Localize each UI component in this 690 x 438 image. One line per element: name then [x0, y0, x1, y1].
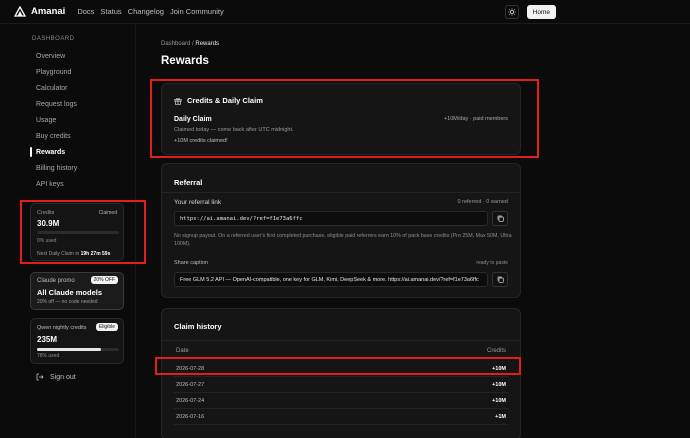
- sidebar-item-usage[interactable]: Usage: [30, 112, 130, 128]
- claude-promo-card[interactable]: Claude promo 20% OFF All Claude models 2…: [30, 272, 124, 310]
- sidebar-item-playground[interactable]: Playground: [30, 64, 130, 80]
- nav-changelog[interactable]: Changelog: [128, 7, 164, 16]
- home-button[interactable]: Home: [526, 5, 556, 19]
- sidebar-item-buy-credits[interactable]: Buy credits: [30, 128, 130, 144]
- top-bar: Amanai Docs Status Changelog Join Commun…: [0, 0, 690, 24]
- nav-docs[interactable]: Docs: [77, 7, 94, 16]
- sidebar-item-calculator[interactable]: Calculator: [30, 80, 130, 96]
- breadcrumb: Dashboard / Rewards: [161, 41, 219, 47]
- table-header: Date Credits: [176, 348, 506, 354]
- breadcrumb-separator: /: [192, 41, 194, 47]
- row-date: 2026-07-27: [176, 381, 205, 388]
- nav-status[interactable]: Status: [100, 7, 121, 16]
- row-date: 2026-07-16: [176, 413, 205, 420]
- claim-history-title: Claim history: [174, 322, 222, 331]
- credits-card: Credits Claimed 30.9M 0% used Next Daily…: [30, 203, 124, 261]
- credits-label: Credits: [37, 210, 55, 216]
- sidebar-item-api-keys[interactable]: API keys: [30, 176, 130, 192]
- sun-icon: [507, 8, 516, 16]
- sign-out-label: Sign out: [50, 373, 76, 381]
- table-row: 2026-07-28 +10M: [174, 361, 508, 377]
- daily-claim-description: Claimed today — come back after UTC midn…: [174, 127, 294, 133]
- page-title: Rewards: [161, 55, 209, 67]
- share-caption-field[interactable]: Free GLM 5.2 API — OpenAI-compatible, on…: [174, 272, 488, 287]
- next-claim-prefix: Next Daily Claim in: [37, 251, 80, 257]
- claimed-badge: Claimed: [98, 210, 117, 216]
- sidebar-item-billing-history[interactable]: Billing history: [30, 160, 130, 176]
- promo-subtitle: 20% off — no code needed: [37, 299, 98, 305]
- promo-title: All Claude models: [37, 288, 103, 297]
- sidebar-item-overview[interactable]: Overview: [30, 48, 130, 64]
- daily-claim-rate: +10M/day · paid members: [443, 116, 508, 122]
- qwen-credits-card: Qwen nightly credits Eligible 235M 78% u…: [30, 318, 124, 364]
- credits-usage-bar: [37, 231, 119, 234]
- column-date: Date: [176, 348, 189, 354]
- copy-icon: [497, 215, 504, 222]
- row-credits: +10M: [492, 397, 506, 404]
- top-right-actions: Home: [504, 5, 556, 19]
- claim-history-table: 2026-07-28 +10M 2026-07-27 +10M 2026-07-…: [174, 361, 508, 425]
- table-row: 2026-07-27 +10M: [174, 377, 508, 393]
- referral-note: No signup payout. On a referred user's f…: [174, 233, 512, 247]
- row-credits: +10M: [492, 365, 506, 372]
- table-row: 2026-07-16 +1M: [174, 409, 508, 425]
- sidebar-item-rewards[interactable]: Rewards: [30, 144, 130, 160]
- divider: [162, 340, 520, 341]
- daily-claim-title: Daily Claim: [174, 116, 212, 123]
- row-date: 2026-07-24: [176, 397, 205, 404]
- next-claim-text: Next Daily Claim in 19h 27m 59s: [37, 251, 110, 257]
- referral-title: Referral: [174, 178, 203, 187]
- promo-badge: 20% OFF: [90, 276, 118, 284]
- row-credits: +1M: [495, 413, 506, 420]
- sign-out-icon: [36, 373, 44, 381]
- copy-caption-button[interactable]: [492, 272, 508, 287]
- table-row: 2026-07-24 +10M: [174, 393, 508, 409]
- share-caption-label: Share caption: [174, 260, 208, 266]
- divider: [162, 192, 520, 193]
- gift-icon: [174, 97, 182, 105]
- qwen-usage-bar: [37, 348, 119, 351]
- row-credits: +10M: [492, 381, 506, 388]
- qwen-label: Qwen nightly credits: [37, 325, 87, 331]
- credits-used-text: 0% used: [37, 238, 57, 244]
- claim-history-panel: Claim history Date Credits 2026-07-28 +1…: [161, 308, 521, 438]
- referral-link-field[interactable]: https://ai.amanai.dev/?ref=f1e73a6ffc: [174, 211, 488, 226]
- daily-claim-panel: Credits & Daily Claim Daily Claim +10M/d…: [161, 83, 521, 155]
- column-credits: Credits: [486, 348, 506, 354]
- copy-link-button[interactable]: [492, 211, 508, 226]
- brand[interactable]: Amanai: [14, 5, 66, 18]
- brand-name: Amanai: [31, 6, 66, 17]
- amanai-logo-icon: [14, 5, 26, 17]
- theme-toggle-button[interactable]: [504, 5, 519, 19]
- daily-claim-message: +10M credits claimed!: [174, 138, 228, 144]
- next-claim-countdown: 19h 27m 59s: [80, 251, 111, 257]
- breadcrumb-current: Rewards: [195, 41, 220, 47]
- copy-icon: [497, 276, 504, 283]
- row-date: 2026-07-28: [176, 365, 205, 372]
- eligible-badge: Eligible: [95, 323, 118, 331]
- sign-out-button[interactable]: Sign out: [36, 373, 76, 381]
- sidebar-heading: DASHBOARD: [32, 36, 75, 42]
- referral-panel: Referral Your referral link 0 referred ·…: [161, 163, 521, 298]
- breadcrumb-dashboard[interactable]: Dashboard: [161, 41, 190, 47]
- nav-join-community[interactable]: Join Community: [170, 7, 224, 16]
- promo-label: Claude promo: [37, 278, 75, 284]
- daily-claim-header-label: Credits & Daily Claim: [187, 96, 263, 105]
- qwen-value: 235M: [37, 335, 58, 344]
- caption-status: ready to paste: [476, 260, 508, 266]
- referral-count: 0 referred · 0 earned: [457, 199, 508, 205]
- credits-value: 30.9M: [37, 219, 60, 228]
- sidebar-item-request-logs[interactable]: Request logs: [30, 96, 130, 112]
- referral-link-label: Your referral link: [174, 199, 222, 206]
- qwen-used-text: 78% used: [37, 353, 60, 359]
- daily-claim-header: Credits & Daily Claim: [174, 96, 263, 105]
- qwen-usage-fill: [37, 348, 101, 351]
- sidebar-nav: Overview Playground Calculator Request l…: [30, 48, 130, 192]
- top-nav: Docs Status Changelog Join Community: [77, 7, 229, 16]
